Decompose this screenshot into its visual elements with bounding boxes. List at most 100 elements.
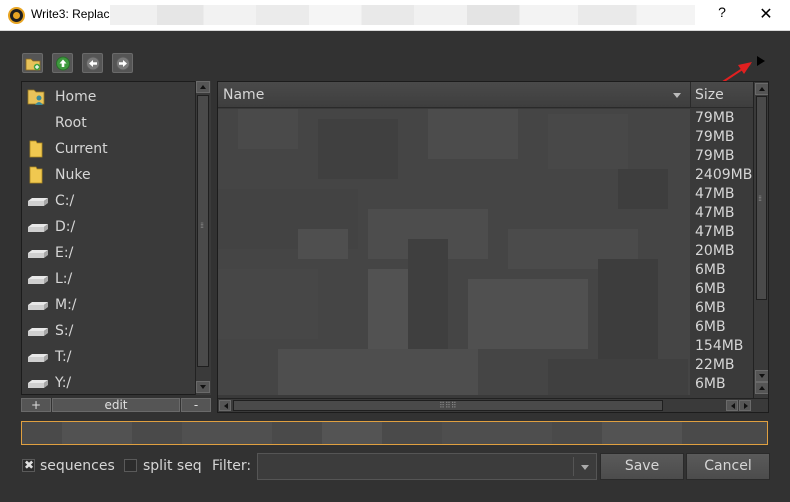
grip-icon: ⁞⁞ [200,221,204,230]
file-list-vertical-scrollbar[interactable]: ⁞⁞ [753,82,768,398]
favorite-label: L:/ [55,271,73,287]
back-icon [86,56,100,71]
favorite-drive-t[interactable]: T:/ [22,344,194,370]
window-title: Write3: Replace [31,7,117,21]
file-size: 6MB [695,376,726,392]
column-header-name[interactable]: Name [223,87,264,103]
favorites-list: Home Root Current Nuke C:/ D:/ E:/ L:/ M… [21,81,211,395]
remove-favorite-button[interactable]: - [181,398,211,412]
chevron-down-icon[interactable] [581,465,589,470]
drive-icon [28,276,48,284]
favorite-label: Current [55,141,108,157]
favorite-drive-l[interactable]: L:/ [22,266,194,292]
forward-button[interactable] [112,53,133,73]
title-bar: Write3: Replace ? ✕ [0,0,790,31]
favorite-label: D:/ [55,219,76,235]
file-size: 6MB [695,281,726,297]
favorite-drive-c[interactable]: C:/ [22,188,194,214]
cancel-button[interactable]: Cancel [686,453,770,480]
split-seq-checkbox[interactable] [124,459,137,472]
split-seq-label: split seq [143,458,202,474]
file-list-horizontal-scrollbar[interactable]: ⠿⠿⠿ [218,398,768,412]
favorites-scrollbar[interactable]: ⁞⁞ [195,81,211,395]
favorite-drive-d[interactable]: D:/ [22,214,194,240]
file-size: 22MB [695,357,735,373]
favorite-label: S:/ [55,323,74,339]
up-folder-button[interactable] [52,53,73,73]
filter-combobox[interactable] [257,453,597,480]
file-size: 6MB [695,300,726,316]
favorite-nuke[interactable]: Nuke [22,162,194,188]
close-button[interactable]: ✕ [754,4,778,24]
filter-label: Filter: [212,458,252,474]
home-folder-icon [27,89,45,105]
folder-icon [29,166,43,184]
favorite-drive-y[interactable]: Y:/ [22,370,194,394]
favorite-home[interactable]: Home [22,84,194,110]
scroll-up-arrow-icon[interactable] [755,83,768,95]
column-header-size[interactable]: Size [695,87,724,103]
favorite-current[interactable]: Current [22,136,194,162]
help-button[interactable]: ? [710,4,734,20]
save-button[interactable]: Save [600,453,684,480]
check-mark-icon: ✖ [24,458,35,472]
drive-icon [28,354,48,362]
back-button[interactable] [82,53,103,73]
column-divider[interactable] [690,82,691,108]
grip-icon: ⁞⁞ [758,194,762,203]
favorite-label: E:/ [55,245,74,261]
drive-icon [28,302,48,310]
sequences-label: sequences [40,458,115,474]
file-size: 2409MB [695,167,753,183]
favorite-label: Nuke [55,167,91,183]
favorite-label: T:/ [55,349,72,365]
drive-icon [28,328,48,336]
scroll-thumb[interactable]: ⠿⠿⠿ [233,400,663,411]
scroll-left-arrow-icon[interactable] [219,400,231,411]
file-list: Name Size 79MB 79MB 79MB 2409MB 47MB 47M… [217,81,769,413]
favorites-actions: + edit - [21,398,211,412]
favorite-label: C:/ [55,193,75,209]
scroll-left-arrow-icon[interactable] [726,400,738,411]
file-size: 20MB [695,243,735,259]
file-size: 47MB [695,205,735,221]
scroll-thumb[interactable]: ⁞⁞ [197,95,209,367]
favorite-root[interactable]: Root [22,110,194,136]
new-folder-icon [25,58,41,71]
file-list-header: Name Size [218,82,753,108]
scroll-down-arrow-icon[interactable] [755,370,768,382]
favorite-label: Y:/ [55,375,72,391]
title-redacted [110,5,695,25]
nuke-app-icon [8,7,25,24]
scroll-up-arrow-icon[interactable] [196,81,210,93]
scroll-down-arrow-icon[interactable] [755,382,768,394]
scroll-thumb[interactable]: ⁞⁞ [756,96,767,300]
favorite-drive-m[interactable]: M:/ [22,292,194,318]
file-size: 79MB [695,129,735,145]
new-folder-button[interactable] [22,53,43,73]
combo-separator [573,457,574,476]
file-size: 6MB [695,262,726,278]
favorite-label: Home [55,89,97,105]
file-size: 6MB [695,319,726,335]
file-size: 79MB [695,148,735,164]
drive-icon [28,380,48,388]
sort-arrow-icon [673,93,681,98]
drive-icon [28,224,48,232]
edit-favorite-button[interactable]: edit [52,398,180,412]
drive-icon [28,198,48,206]
forward-icon [116,56,130,71]
grip-icon: ⠿⠿⠿ [439,401,457,410]
scroll-right-arrow-icon[interactable] [739,400,751,411]
file-size: 47MB [695,186,735,202]
favorite-drive-e[interactable]: E:/ [22,240,194,266]
sequences-checkbox[interactable]: ✖ [22,458,35,472]
drive-icon [28,250,48,258]
up-folder-icon [56,56,70,71]
favorite-label: Root [55,115,87,131]
favorite-drive-s[interactable]: S:/ [22,318,194,344]
file-size: 47MB [695,224,735,240]
scroll-down-arrow-icon[interactable] [196,381,210,393]
file-size: 154MB [695,338,744,354]
add-favorite-button[interactable]: + [21,398,51,412]
